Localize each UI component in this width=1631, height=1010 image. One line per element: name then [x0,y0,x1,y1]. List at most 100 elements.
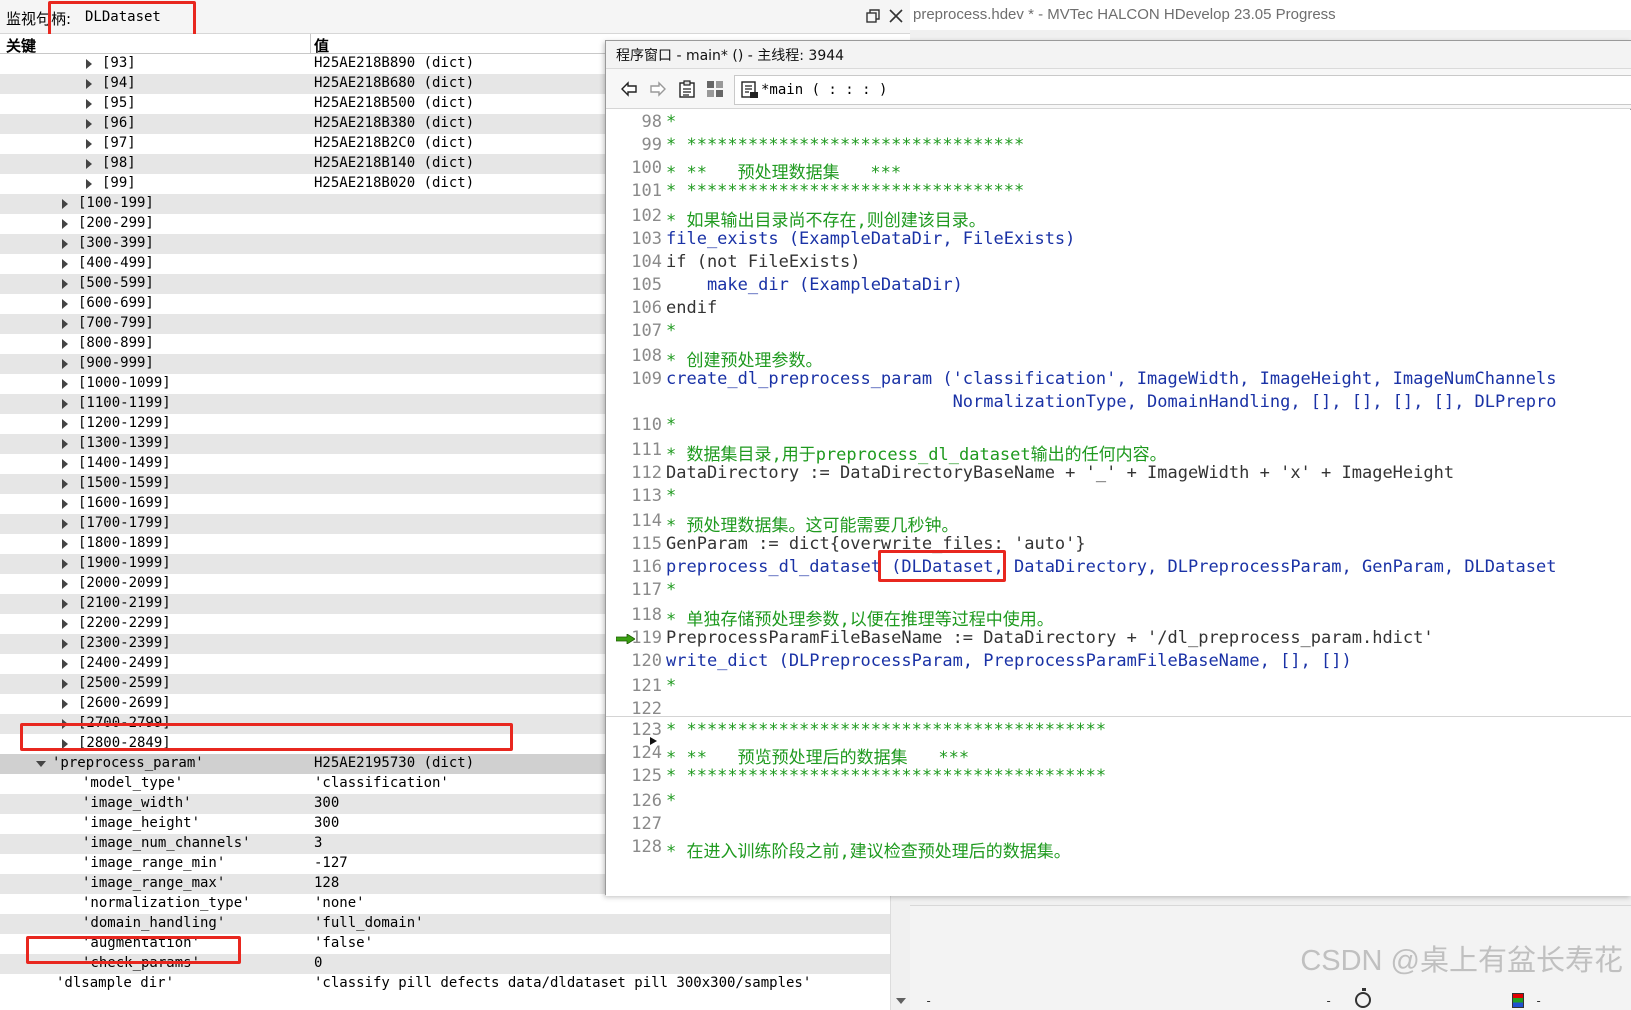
expand-arrow-icon[interactable] [62,199,68,209]
expand-arrow-icon[interactable] [62,639,68,649]
expand-arrow-icon[interactable] [62,279,68,289]
collapse-arrow-icon[interactable] [36,761,46,767]
grid-view-icon[interactable] [706,80,724,98]
code-text: * ** 预览预处理后的数据集 *** [666,748,970,768]
tree-row-key: [2000-2099] [78,575,171,591]
code-line[interactable]: 128 * 在进入训练阶段之前,建议检查预处理后的数据集。 [606,837,1631,862]
code-line[interactable]: 127 [606,814,1631,837]
expand-arrow-icon[interactable] [62,659,68,669]
inspect-titlebar[interactable]: 监视句柄: DLDataset [0,0,910,37]
code-line[interactable]: 125 * ***********************************… [606,766,1631,789]
expand-arrow-icon[interactable] [86,179,92,189]
code-line[interactable]: 113 * [606,486,1631,509]
code-line[interactable]: 117 * [606,580,1631,603]
expand-arrow-icon[interactable] [86,79,92,89]
procedure-selector[interactable]: *main ( : : : ) [734,75,1631,105]
expand-arrow-icon[interactable] [62,439,68,449]
expand-arrow-icon[interactable] [62,219,68,229]
back-arrow-icon[interactable] [620,80,638,98]
code-line[interactable]: 124 * ** 预览预处理后的数据集 *** [606,737,1631,768]
expand-arrow-icon[interactable] [62,259,68,269]
tree-row[interactable]: 'dlsample_dir' 'classify_pill_defects_dat… [0,974,910,990]
expand-arrow-icon[interactable] [62,599,68,609]
expand-arrow-icon[interactable] [62,319,68,329]
scroll-down-icon[interactable] [896,998,906,1004]
expand-arrow-icon[interactable] [86,99,92,109]
code-text: GenParam := dict{overwrite_files: 'auto'… [666,534,1086,554]
code-line[interactable]: 114 * 预处理数据集。这可能需要几秒钟。 [606,511,1631,536]
code-line[interactable]: 103 file_exists (ExampleDataDir, FileExis… [606,229,1631,252]
highlight-box-preprocess-param [20,723,513,751]
expand-arrow-icon[interactable] [86,119,92,129]
expand-arrow-icon[interactable] [62,239,68,249]
expand-arrow-icon[interactable] [62,339,68,349]
expand-arrow-icon[interactable] [62,479,68,489]
code-line[interactable]: 122 [606,699,1631,722]
code-line[interactable]: 98 * [606,112,1631,135]
line-number: 122 [631,699,662,719]
close-icon[interactable] [889,9,903,23]
tree-row-key: [500-599] [78,275,154,291]
expand-arrow-icon[interactable] [62,579,68,589]
code-line[interactable]: 115 GenParam := dict{overwrite_files: 'au… [606,534,1631,557]
code-line[interactable]: 120 write_dict (DLPreprocessParam, Prepro… [606,651,1631,674]
clipboard-icon[interactable] [678,80,696,98]
expand-arrow-icon[interactable] [62,379,68,389]
stopwatch-icon[interactable] [1355,988,1371,1008]
expand-arrow-icon[interactable] [86,139,92,149]
column-value-header[interactable]: 值 [314,35,329,56]
tree-row-key: 'image_range_max' [82,875,226,891]
tree-row-key: [93] [102,55,136,71]
code-line[interactable]: NormalizationType, DomainHandling, [], [… [606,392,1631,415]
expand-arrow-icon[interactable] [86,159,92,169]
expand-arrow-icon[interactable] [62,299,68,309]
expand-arrow-icon[interactable] [62,679,68,689]
code-line[interactable]: 112 DataDirectory := DataDirectoryBaseNam… [606,463,1631,486]
code-line[interactable]: 106 endif [606,298,1631,321]
code-line[interactable]: 105 make_dir (ExampleDataDir) [606,275,1631,298]
tree-row[interactable]: 'domain_handling' 'full_domain' [0,914,910,934]
expand-arrow-icon[interactable] [62,419,68,429]
forward-arrow-icon[interactable] [649,80,667,98]
expand-arrow-icon[interactable] [62,699,68,709]
column-separator[interactable] [310,34,311,54]
expand-arrow-icon[interactable] [62,459,68,469]
expand-arrow-icon[interactable] [62,399,68,409]
tree-row-key: [300-399] [78,235,154,251]
line-number: 109 [631,369,662,389]
expand-arrow-icon[interactable] [62,539,68,549]
code-line[interactable]: 109 create_dl_preprocess_param ('classifi… [606,369,1631,392]
code-line[interactable]: 99 * ********************************* [606,135,1631,158]
line-number: 101 [631,181,662,201]
code-line[interactable]: 126 * [606,791,1631,814]
code-line[interactable]: 111 * 数据集目录,用于preprocess_dl_dataset输出的任何内… [606,440,1631,465]
restore-window-icon[interactable] [866,9,880,23]
program-window-titlebar[interactable]: 程序窗口 - main* () - 主线程: 3944 [606,41,1631,69]
line-number: 115 [631,534,662,554]
code-line[interactable]: 108 * 创建预处理参数。 [606,346,1631,371]
code-line[interactable]: 121 * [606,676,1631,699]
code-editor[interactable]: 98 * 99 * *********************************… [606,110,1631,896]
expand-arrow-icon[interactable] [62,519,68,529]
expand-arrow-icon[interactable] [86,59,92,69]
column-key-header[interactable]: 关键 [6,35,36,56]
tree-row[interactable]: 'normalization_type' 'none' [0,894,910,914]
code-line[interactable]: 123 * ***********************************… [606,720,1631,743]
program-window: 程序窗口 - main* () - 主线程: 3944 *main ( : : [605,40,1631,896]
status-dash-1: - [925,994,933,1008]
expand-arrow-icon[interactable] [62,359,68,369]
code-line[interactable]: 118 * 单独存储预处理参数,以便在推理等过程中使用。 [606,605,1631,630]
expand-arrow-icon[interactable] [62,559,68,569]
code-line[interactable]: 100 * ** 预处理数据集 *** [606,158,1631,183]
code-line[interactable]: 104 if (not FileExists) [606,252,1631,275]
tree-row-key: [600-699] [78,295,154,311]
expand-arrow-icon[interactable] [62,619,68,629]
code-line[interactable]: 116 preprocess_dl_dataset (DLDataset, Dat… [606,557,1631,580]
code-line[interactable]: 119 PreprocessParamFileBaseName := DataDi… [606,628,1631,651]
code-line[interactable]: 110 * [606,415,1631,438]
tree-row-key: [1300-1399] [78,435,171,451]
code-line[interactable]: 102 * 如果输出目录尚不存在,则创建该目录。 [606,206,1631,231]
code-line[interactable]: 107 * [606,321,1631,344]
code-line[interactable]: 101 * ********************************* [606,181,1631,204]
expand-arrow-icon[interactable] [62,499,68,509]
